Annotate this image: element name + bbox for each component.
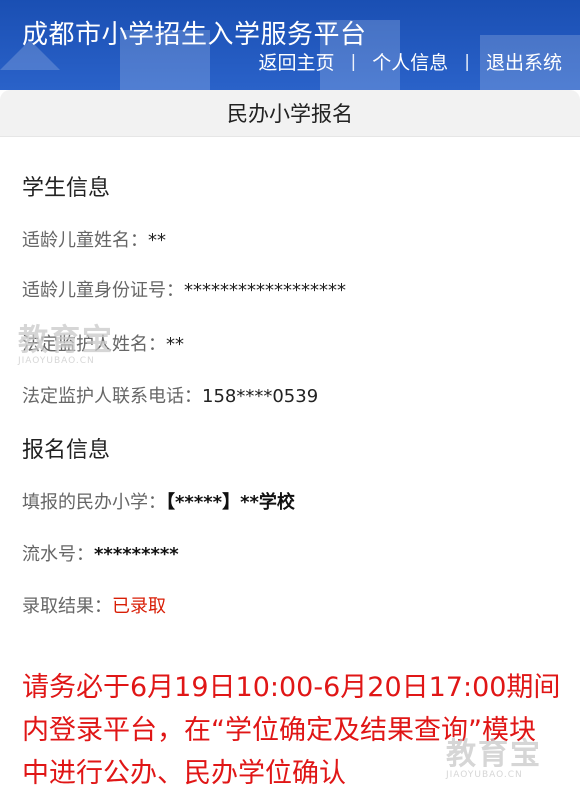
guardian-name-value: ** (166, 334, 184, 355)
guardian-name-row: 法定监护人姓名：** (22, 330, 184, 356)
home-link[interactable]: 返回主页 (258, 48, 334, 75)
top-nav: 返回主页 | 个人信息 | 退出系统 (258, 48, 562, 75)
school-row: 填报的民办小学：【*****】**学校 (22, 488, 295, 514)
serial-value: ********* (94, 544, 179, 565)
guardian-phone-row: 法定监护人联系电话：158****0539 (22, 382, 318, 408)
serial-label: 流水号： (22, 544, 94, 565)
serial-row: 流水号：********* (22, 540, 179, 566)
header-bar: 成都市小学招生入学服务平台 返回主页 | 个人信息 | 退出系统 (0, 0, 580, 90)
profile-link[interactable]: 个人信息 (372, 48, 448, 75)
child-id-row: 适龄儿童身份证号：****************** (22, 276, 346, 302)
student-info-heading: 学生信息 (22, 176, 111, 201)
child-name-label: 适龄儿童姓名： (22, 230, 148, 251)
app-title: 成都市小学招生入学服务平台 (22, 20, 367, 50)
child-name-value: ** (148, 230, 166, 251)
result-label: 录取结果： (22, 596, 112, 617)
content-card: 民办小学报名 学生信息 适龄儿童姓名：** 适龄儿童身份证号：*********… (0, 90, 580, 804)
child-id-label: 适龄儿童身份证号： (22, 280, 184, 301)
nav-separator: | (350, 51, 357, 72)
result-row: 录取结果：已录取 (22, 592, 166, 618)
deadline-notice: 请务必于6月19日10:00-6月20日17:00期间内登录平台，在“学位确定及… (22, 672, 561, 789)
guardian-phone-value: 158****0539 (202, 386, 319, 407)
page-title: 民办小学报名 (227, 102, 353, 126)
logout-link[interactable]: 退出系统 (486, 48, 562, 75)
result-value: 已录取 (112, 596, 166, 617)
guardian-phone-label: 法定监护人联系电话： (22, 386, 202, 407)
child-id-value: ****************** (184, 280, 346, 301)
guardian-name-label: 法定监护人姓名： (22, 334, 166, 355)
child-name-row: 适龄儿童姓名：** (22, 226, 166, 252)
nav-separator: | (464, 51, 470, 72)
enroll-info-heading: 报名信息 (22, 438, 111, 463)
school-label: 填报的民办小学： (22, 492, 166, 513)
school-value: 【*****】**学校 (166, 492, 295, 513)
page-title-bar: 民办小学报名 (0, 90, 580, 137)
